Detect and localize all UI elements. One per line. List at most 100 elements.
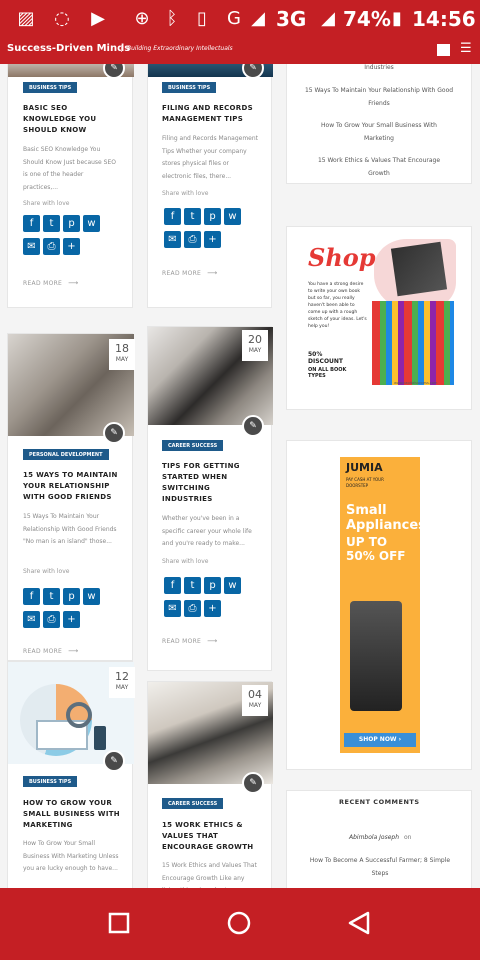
share-icon[interactable]: +: [204, 600, 221, 617]
share-icon[interactable]: +: [63, 238, 80, 255]
site-title[interactable]: Success-Driven Minds: [7, 43, 130, 54]
book-image: [390, 241, 448, 297]
read-more-link[interactable]: READ MORE ⟶: [23, 647, 79, 655]
share-buttons: f t p w ✉ ⎙ +: [23, 215, 123, 255]
recent-post-link[interactable]: 15 Work Ethics & Values That Encourage G…: [287, 154, 471, 180]
vibrate-icon: ▯: [197, 7, 207, 29]
shop-ad-body: You have a strong desire to write your o…: [308, 282, 367, 329]
print-icon[interactable]: ⎙: [184, 600, 201, 617]
category-tag[interactable]: CAREER SUCCESS: [162, 798, 224, 809]
category-tag[interactable]: CAREER SUCCESS: [162, 440, 224, 451]
site-tagline: Building Extraordinary Intellectuals: [121, 45, 233, 52]
network-type: 3G: [276, 7, 307, 31]
category-tag[interactable]: PERSONAL DEVELOPMENT: [23, 449, 109, 460]
pin-icon[interactable]: ✎: [103, 750, 125, 772]
shop-ad-banner[interactable]: Shop You have a strong desire to write y…: [304, 239, 456, 389]
menu-icon[interactable]: ☰: [460, 41, 472, 56]
share-label: Share with love: [162, 558, 209, 565]
gallery-icon: ▨: [17, 7, 35, 29]
share-buttons: f t p w ✉ ⎙ +: [164, 208, 264, 248]
pinterest-icon[interactable]: p: [63, 215, 80, 232]
print-icon[interactable]: ⎙: [43, 238, 60, 255]
pinterest-icon[interactable]: p: [204, 208, 221, 225]
recent-post-link[interactable]: 15 Ways To Maintain Your Relationship Wi…: [287, 84, 471, 110]
recent-comments-title: RECENT COMMENTS: [339, 798, 420, 806]
facebook-icon[interactable]: f: [23, 588, 40, 605]
comment-on-label: on: [404, 834, 412, 841]
category-tag[interactable]: BUSINESS TIPS: [162, 82, 217, 93]
clock: 14:56: [412, 7, 476, 31]
email-icon[interactable]: ✉: [164, 600, 181, 617]
whatsapp-share-icon[interactable]: w: [83, 215, 100, 232]
whatsapp-share-icon[interactable]: w: [224, 208, 241, 225]
pinterest-icon[interactable]: p: [63, 588, 80, 605]
pin-icon[interactable]: ✎: [103, 422, 125, 444]
post-excerpt: How To Grow Your Small Business With Mar…: [23, 840, 119, 872]
read-more-link[interactable]: READ MORE ⟶: [23, 279, 79, 287]
email-icon[interactable]: ✉: [164, 231, 181, 248]
post-title[interactable]: 15 WAYS TO MAINTAIN YOUR RELATIONSHIP WI…: [23, 470, 126, 503]
date-badge: 12 MAY: [109, 667, 135, 698]
twitter-icon[interactable]: t: [184, 577, 201, 594]
post-title[interactable]: TIPS FOR GETTING STARTED WHEN SWITCHING …: [162, 461, 257, 505]
category-tag[interactable]: BUSINESS TIPS: [23, 776, 78, 787]
share-icon[interactable]: +: [63, 611, 80, 628]
pin-icon[interactable]: ✎: [242, 415, 264, 437]
post-title[interactable]: FILING AND RECORDS MANAGEMENT TIPS: [162, 103, 262, 125]
post-card: ✎ BUSINESS TIPS BASIC SEO KNOWLEDGE YOU …: [7, 64, 134, 308]
date-badge: 18 MAY: [109, 339, 135, 370]
post-card: ✎ BUSINESS TIPS FILING AND RECORDS MANAG…: [147, 64, 273, 308]
signal-icon-2: ◢: [321, 7, 335, 29]
read-more-link[interactable]: READ MORE ⟶: [162, 637, 218, 645]
jumia-ad-widget: JUMIA PAY CASH AT YOUR DOORSTEP Small Ap…: [286, 440, 472, 770]
facebook-icon[interactable]: f: [23, 215, 40, 232]
recent-posts-widget: Industries 15 Ways To Maintain Your Rela…: [286, 64, 472, 184]
post-excerpt: 15 Work Ethics and Values That Encourage…: [162, 862, 257, 888]
jumia-discount: UP TO 50% OFF: [346, 535, 406, 563]
share-buttons: f t p w ✉ ⎙ +: [23, 588, 123, 628]
search-icon[interactable]: [437, 44, 450, 56]
email-icon[interactable]: ✉: [23, 238, 40, 255]
pinterest-icon[interactable]: p: [204, 577, 221, 594]
comment-post-link[interactable]: How To Become A Successful Farmer; 8 Sim…: [287, 854, 473, 880]
share-label: Share with love: [23, 568, 70, 575]
shop-ad-widget: Shop You have a strong desire to write y…: [286, 226, 472, 410]
youtube-icon: ▶: [91, 7, 105, 29]
recents-button[interactable]: [106, 910, 134, 938]
shop-ad-headline: Shop: [308, 243, 376, 272]
facebook-icon[interactable]: f: [164, 208, 181, 225]
site-header: Success-Driven Minds Building Extraordin…: [0, 36, 480, 64]
home-button[interactable]: [225, 910, 253, 938]
print-icon[interactable]: ⎙: [184, 231, 201, 248]
signal-icon: ◢: [251, 7, 265, 29]
post-excerpt: Basic SEO Knowledge You Should Know Just…: [23, 146, 116, 191]
battery-icon: ▮: [392, 7, 402, 29]
email-icon[interactable]: ✉: [23, 611, 40, 628]
print-icon[interactable]: ⎙: [43, 611, 60, 628]
twitter-icon[interactable]: t: [43, 215, 60, 232]
share-icon[interactable]: +: [204, 231, 221, 248]
share-buttons: f t p w ✉ ⎙ +: [164, 577, 264, 617]
category-tag[interactable]: BUSINESS TIPS: [23, 82, 78, 93]
jumia-ad-banner[interactable]: JUMIA PAY CASH AT YOUR DOORSTEP Small Ap…: [340, 457, 420, 753]
shop-ad-sub: ON ALL BOOK TYPES: [308, 367, 347, 379]
comment-author[interactable]: Abimbola Joseph: [349, 834, 399, 841]
twitter-icon[interactable]: t: [43, 588, 60, 605]
jumia-shop-now-button[interactable]: SHOP NOW ›: [344, 733, 416, 747]
whatsapp-share-icon[interactable]: w: [224, 577, 241, 594]
navigation-bar: [0, 888, 480, 960]
pin-icon[interactable]: ✎: [242, 772, 264, 794]
jumia-headline: Small Appliances: [346, 503, 420, 533]
bluetooth-icon: ᛒ: [166, 7, 178, 29]
post-title[interactable]: HOW TO GROW YOUR SMALL BUSINESS WITH MAR…: [23, 798, 123, 831]
whatsapp-share-icon[interactable]: w: [83, 588, 100, 605]
recent-post-link[interactable]: Industries: [287, 64, 471, 74]
read-more-link[interactable]: READ MORE ⟶: [162, 269, 218, 277]
post-title[interactable]: 15 WORK ETHICS & VALUES THAT ENCOURAGE G…: [162, 820, 262, 853]
recent-post-link[interactable]: How To Grow Your Small Business With Mar…: [287, 119, 471, 145]
back-button[interactable]: [346, 910, 374, 938]
facebook-icon[interactable]: f: [164, 577, 181, 594]
date-badge: 20 MAY: [242, 330, 268, 361]
twitter-icon[interactable]: t: [184, 208, 201, 225]
post-title[interactable]: BASIC SEO KNOWLEDGE YOU SHOULD KNOW: [23, 103, 123, 136]
